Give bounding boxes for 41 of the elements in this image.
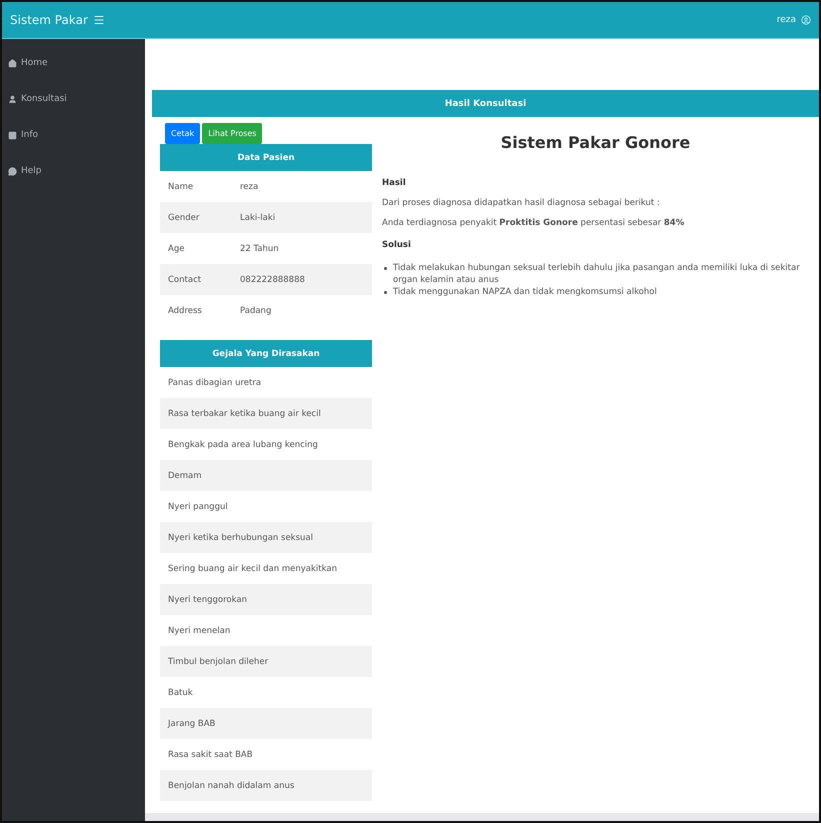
intro-text: Dari proses diagnosa didapatkan hasil diagnosa sebagai berikut : [382,198,661,208]
menu-icon[interactable] [92,14,105,26]
result-heading: Hasil [382,178,407,188]
field-label: Address [168,306,203,316]
symptom-row: Rasa terbakar ketika buang air kecil [160,398,372,429]
field-value: Laki-laki [240,212,276,222]
user-icon[interactable] [801,15,811,25]
symptom-row: Jarang BAB [160,708,372,739]
field-label: Contact [168,274,202,284]
home-icon [8,58,17,68]
symptom-row: Nyeri ketika berhubungan seksual [160,522,372,553]
print-button[interactable]: Cetak [165,123,200,144]
bullet-icon [384,267,387,270]
sidebar-item[interactable]: Help [2,153,145,189]
field-label: Name [168,182,194,192]
user-icon [8,94,17,104]
section-banner: Hasil Konsultasi [152,90,819,117]
table-header: Data Pasien [160,144,372,171]
table-header: Gejala Yang Dirasakan [160,340,372,367]
symptom-row: Timbul benjolan dileher [160,646,372,677]
field-value: 22 Tahun [240,244,279,254]
sidebar-item[interactable]: Info [2,117,145,153]
symptom-row: Nyeri tenggorokan [160,584,372,615]
page-title: Sistem Pakar Gonore [500,133,692,152]
solution-text: Tidak menggunakan NAPZA dan tidak mengkomsumsi alkohol [393,286,657,298]
user-name: reza [776,15,796,25]
field-value: Padang [240,306,272,316]
field-value: reza [240,182,258,192]
field-label: Gender [168,212,200,222]
bullet-icon [384,291,387,294]
process-button[interactable]: Lihat Proses [202,123,262,144]
solution-text: Tidak melakukan hubungan seksual terlebih dahulu jika pasangan anda memiliki luka di sekitar organ kelamin atau anus [393,262,801,286]
sidebar-item[interactable]: Home [2,45,145,81]
sidebar-item[interactable]: Konsultasi [2,81,145,117]
diagnosis-text: Anda terdiagnosa penyakit Proktitis Gonore persentasi sebesar 84% [382,218,686,228]
help-icon [8,166,17,176]
field-label: Age [168,244,186,254]
symptom-row: Demam [160,460,372,491]
solution-heading: Solusi [382,240,412,250]
field-value: 082222888888 [240,274,305,284]
symptom-row: Benjolan nanah didalam anus [160,770,372,801]
